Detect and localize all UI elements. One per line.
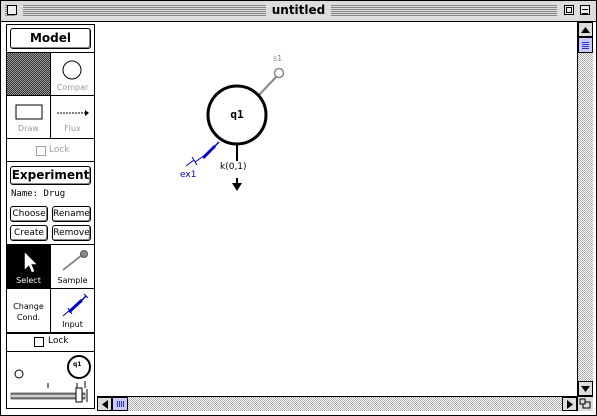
model-canvas[interactable]: q1 s1 ex1 k(0,1) bbox=[97, 22, 576, 396]
cursor-arrow-icon bbox=[24, 252, 37, 273]
flux-tool-label: Flux bbox=[64, 124, 81, 133]
sample-tool-label: Sample bbox=[57, 276, 88, 285]
horizontal-scrollbar[interactable] bbox=[97, 396, 577, 411]
pattern-swatch-icon[interactable] bbox=[7, 53, 51, 96]
grow-box-icon[interactable] bbox=[577, 396, 593, 411]
flux-arrow-icon bbox=[57, 110, 89, 116]
choose-button[interactable]: Choose bbox=[10, 206, 48, 222]
zoom-icon-label: q1 bbox=[73, 361, 82, 368]
vertical-scroll-track[interactable] bbox=[578, 37, 593, 381]
select-tool-label: Select bbox=[16, 276, 41, 285]
divider bbox=[7, 333, 94, 334]
change-cond-tool[interactable]: Change Cond. bbox=[7, 289, 51, 333]
output-flux-arrow[interactable] bbox=[232, 183, 242, 191]
vertical-scrollbar[interactable] bbox=[577, 22, 593, 396]
tool-palette: Model Compar Draw Flux Lock Experiment N… bbox=[6, 24, 95, 409]
sample-link bbox=[258, 75, 278, 96]
scroll-left-icon[interactable] bbox=[97, 397, 112, 411]
input-tool-label: Input bbox=[62, 320, 83, 329]
syringe-icon bbox=[62, 293, 89, 317]
collapse-box-icon[interactable] bbox=[580, 5, 590, 15]
rectangle-draw-icon bbox=[15, 104, 43, 120]
input-label: ex1 bbox=[180, 170, 197, 180]
divider bbox=[7, 161, 94, 162]
zoom-box-icon[interactable] bbox=[564, 5, 574, 15]
scroll-down-icon[interactable] bbox=[578, 381, 593, 396]
input-syringe-ex1[interactable] bbox=[185, 141, 220, 167]
compartment-diagram bbox=[185, 67, 285, 191]
horizontal-scroll-thumb[interactable] bbox=[112, 397, 128, 411]
compartment-tool[interactable]: Compar bbox=[51, 53, 94, 96]
title-bar[interactable]: untitled bbox=[1, 1, 596, 22]
compartment-label: q1 bbox=[230, 108, 244, 121]
experiment-name: Name: Drug bbox=[11, 189, 66, 199]
horizontal-scroll-track[interactable] bbox=[112, 397, 562, 411]
sample-tool[interactable]: Sample bbox=[51, 245, 94, 289]
change-cond-line1: Change bbox=[13, 302, 44, 311]
scroll-right-icon[interactable] bbox=[562, 397, 577, 411]
model-button[interactable]: Model bbox=[10, 28, 91, 49]
circle-compartment-icon bbox=[62, 60, 82, 80]
sample-label: s1 bbox=[273, 54, 283, 63]
draw-tool[interactable]: Draw bbox=[7, 96, 51, 139]
lock-checkbox[interactable] bbox=[34, 337, 44, 347]
scroll-up-icon[interactable] bbox=[578, 22, 593, 37]
vertical-scroll-thumb[interactable] bbox=[578, 37, 593, 53]
sample-probe-icon bbox=[62, 250, 88, 271]
rename-button[interactable]: Rename bbox=[52, 206, 91, 222]
remove-button[interactable]: Remove bbox=[52, 225, 91, 241]
draw-tool-label: Draw bbox=[18, 124, 39, 133]
change-cond-line2: Cond. bbox=[16, 313, 41, 322]
create-button[interactable]: Create bbox=[10, 225, 48, 241]
model-lock-label: Lock bbox=[49, 145, 70, 155]
main-window: untitled Model Compar Draw Flux Lock Exp… bbox=[0, 0, 597, 416]
sample-node[interactable] bbox=[273, 67, 285, 79]
experiment-button[interactable]: Experiment bbox=[10, 166, 91, 185]
flux-tool[interactable]: Flux bbox=[51, 96, 94, 139]
lock-label: Lock bbox=[48, 336, 69, 346]
compartment-tool-label: Compar bbox=[56, 83, 89, 92]
input-tool[interactable]: Input bbox=[51, 289, 94, 333]
select-tool[interactable]: Select bbox=[7, 245, 51, 289]
rate-label: k(0,1) bbox=[220, 162, 247, 172]
model-lock-checkbox[interactable] bbox=[36, 146, 46, 156]
window-title: untitled bbox=[265, 3, 332, 17]
